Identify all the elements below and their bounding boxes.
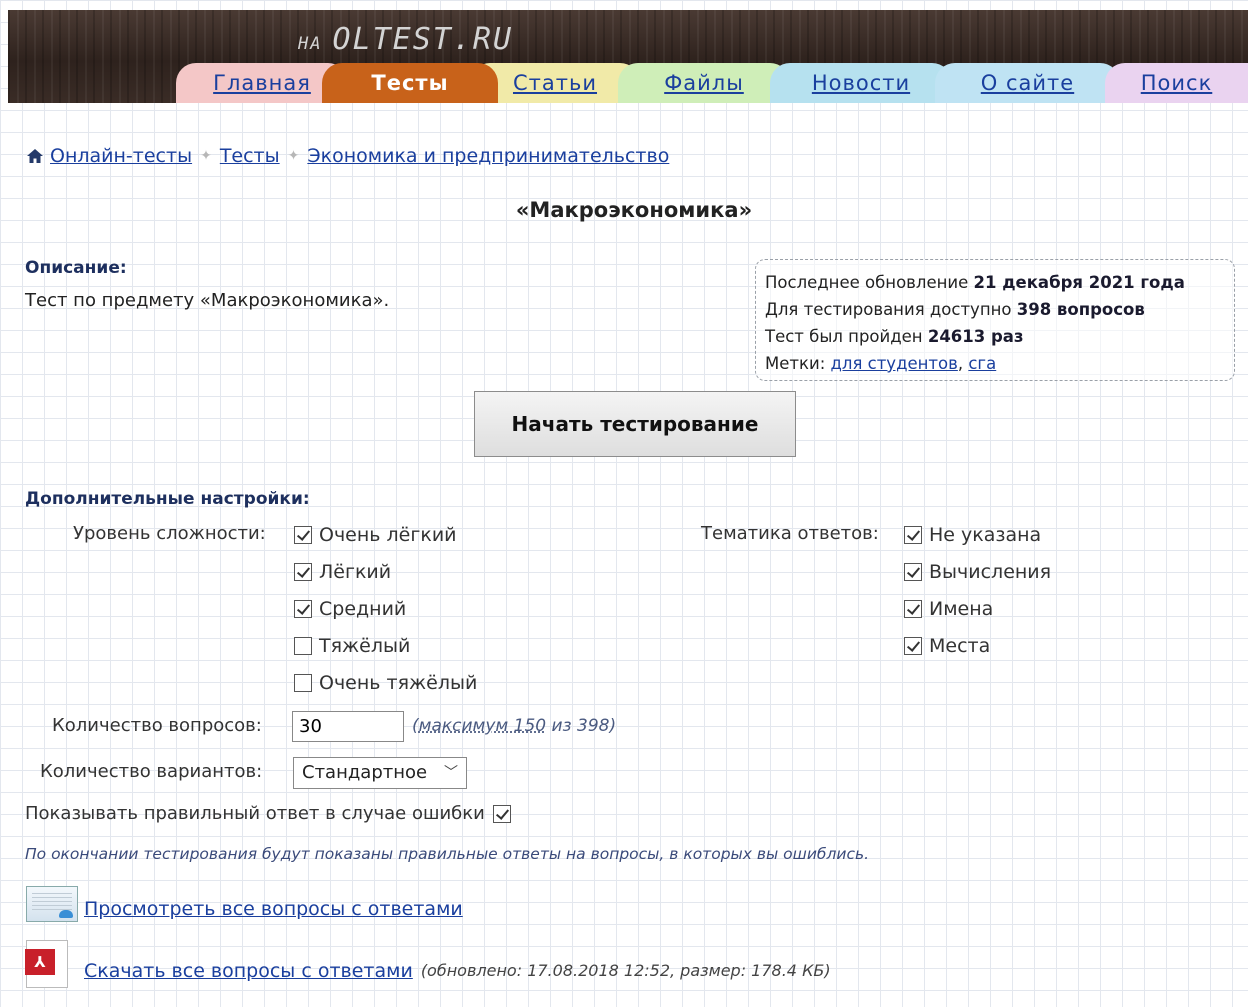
checkbox-icon[interactable] <box>904 526 922 544</box>
checkbox-icon[interactable] <box>294 563 312 581</box>
show-answer-option[interactable]: Показывать правильный ответ в случае оши… <box>25 803 518 824</box>
breadcrumb: Онлайн-тесты ✦ Тесты ✦ Экономика и предп… <box>26 145 669 167</box>
extra-settings-label: Дополнительные настройки: <box>25 489 310 509</box>
info-tags: Метки: для студентов, сга <box>765 354 997 373</box>
tab-search[interactable]: Поиск <box>1105 63 1248 103</box>
tab-about[interactable]: О сайте <box>935 63 1120 103</box>
download-row: ⅄ Скачать все вопросы с ответами (обновл… <box>25 940 831 988</box>
page-title: «Макроэкономика» <box>515 198 753 222</box>
breadcrumb-separator-icon: ✦ <box>287 148 300 164</box>
breadcrumb-tests[interactable]: Тесты <box>220 145 280 167</box>
topic-names[interactable]: Имена <box>904 598 993 620</box>
checkbox-icon[interactable] <box>294 600 312 618</box>
start-test-button[interactable]: Начать тестирование <box>474 391 796 457</box>
tag-link-students[interactable]: для студентов <box>831 354 958 373</box>
difficulty-hard[interactable]: Тяжёлый <box>294 635 410 657</box>
breadcrumb-economics[interactable]: Экономика и предпринимательство <box>307 145 669 167</box>
difficulty-very-hard[interactable]: Очень тяжёлый <box>294 672 477 694</box>
description-text: Тест по предмету «Макроэкономика». <box>25 290 390 311</box>
download-all-questions-link[interactable]: Скачать все вопросы с ответами <box>84 960 413 982</box>
max-questions-note: (максимум 150 из 398) <box>412 716 617 736</box>
tab-files[interactable]: Файлы <box>618 63 790 103</box>
checkbox-icon[interactable] <box>294 674 312 692</box>
pdf-icon: ⅄ <box>25 940 68 988</box>
site-logo[interactable]: НА OLTEST.RU <box>298 22 513 57</box>
info-passed: Тест был пройден 24613 раз <box>765 327 1024 346</box>
questions-count-input[interactable] <box>292 711 404 742</box>
tab-news-link[interactable]: Новости <box>812 71 910 95</box>
tag-link-sga[interactable]: сга <box>968 354 996 373</box>
checkbox-icon[interactable] <box>294 526 312 544</box>
difficulty-very-easy[interactable]: Очень лёгкий <box>294 524 457 546</box>
topic-label: Тематика ответов: <box>701 523 879 544</box>
topic-places[interactable]: Места <box>904 635 990 657</box>
tab-files-link[interactable]: Файлы <box>664 71 744 95</box>
tab-home-link[interactable]: Главная <box>213 71 311 95</box>
difficulty-label: Уровень сложности: <box>73 523 266 544</box>
view-all-row: Просмотреть все вопросы с ответами <box>26 886 463 922</box>
difficulty-medium[interactable]: Средний <box>294 598 406 620</box>
breadcrumb-separator-icon: ✦ <box>200 148 212 164</box>
tab-tests[interactable]: Тесты <box>322 63 498 103</box>
topic-calculations[interactable]: Вычисления <box>904 561 1051 583</box>
checkbox-icon[interactable] <box>492 804 511 823</box>
variants-count-label: Количество вариантов: <box>40 761 263 782</box>
document-icon <box>26 886 78 922</box>
tab-about-link[interactable]: О сайте <box>981 71 1074 95</box>
difficulty-easy[interactable]: Лёгкий <box>294 561 391 583</box>
checkbox-icon[interactable] <box>904 600 922 618</box>
chevron-down-icon: ﹀ <box>444 765 458 781</box>
description-label: Описание: <box>25 258 127 278</box>
tab-tests-label: Тесты <box>371 71 449 95</box>
breadcrumb-online-tests[interactable]: Онлайн-тесты <box>50 145 192 167</box>
info-available: Для тестирования доступно 398 вопросов <box>765 300 1145 319</box>
max-questions-link[interactable]: максимум 150 <box>419 716 546 736</box>
tab-articles-link[interactable]: Статьи <box>513 71 597 95</box>
download-info: (обновлено: 17.08.2018 12:52, размер: 17… <box>420 961 831 980</box>
info-updated: Последнее обновление 21 декабря 2021 год… <box>765 273 1185 292</box>
topic-unspecified[interactable]: Не указана <box>904 524 1041 546</box>
checkbox-icon[interactable] <box>904 563 922 581</box>
questions-count-label: Количество вопросов: <box>52 715 262 736</box>
variants-count-select[interactable]: Стандартное ﹀ <box>293 757 467 789</box>
tab-search-link[interactable]: Поиск <box>1141 71 1213 95</box>
tab-news[interactable]: Новости <box>770 63 952 103</box>
home-icon[interactable] <box>26 148 44 164</box>
answers-note: По окончании тестирования будут показаны… <box>25 845 870 863</box>
checkbox-icon[interactable] <box>294 637 312 655</box>
view-all-questions-link[interactable]: Просмотреть все вопросы с ответами <box>84 898 463 920</box>
checkbox-icon[interactable] <box>904 637 922 655</box>
test-info-box: Последнее обновление 21 декабря 2021 год… <box>755 259 1235 381</box>
